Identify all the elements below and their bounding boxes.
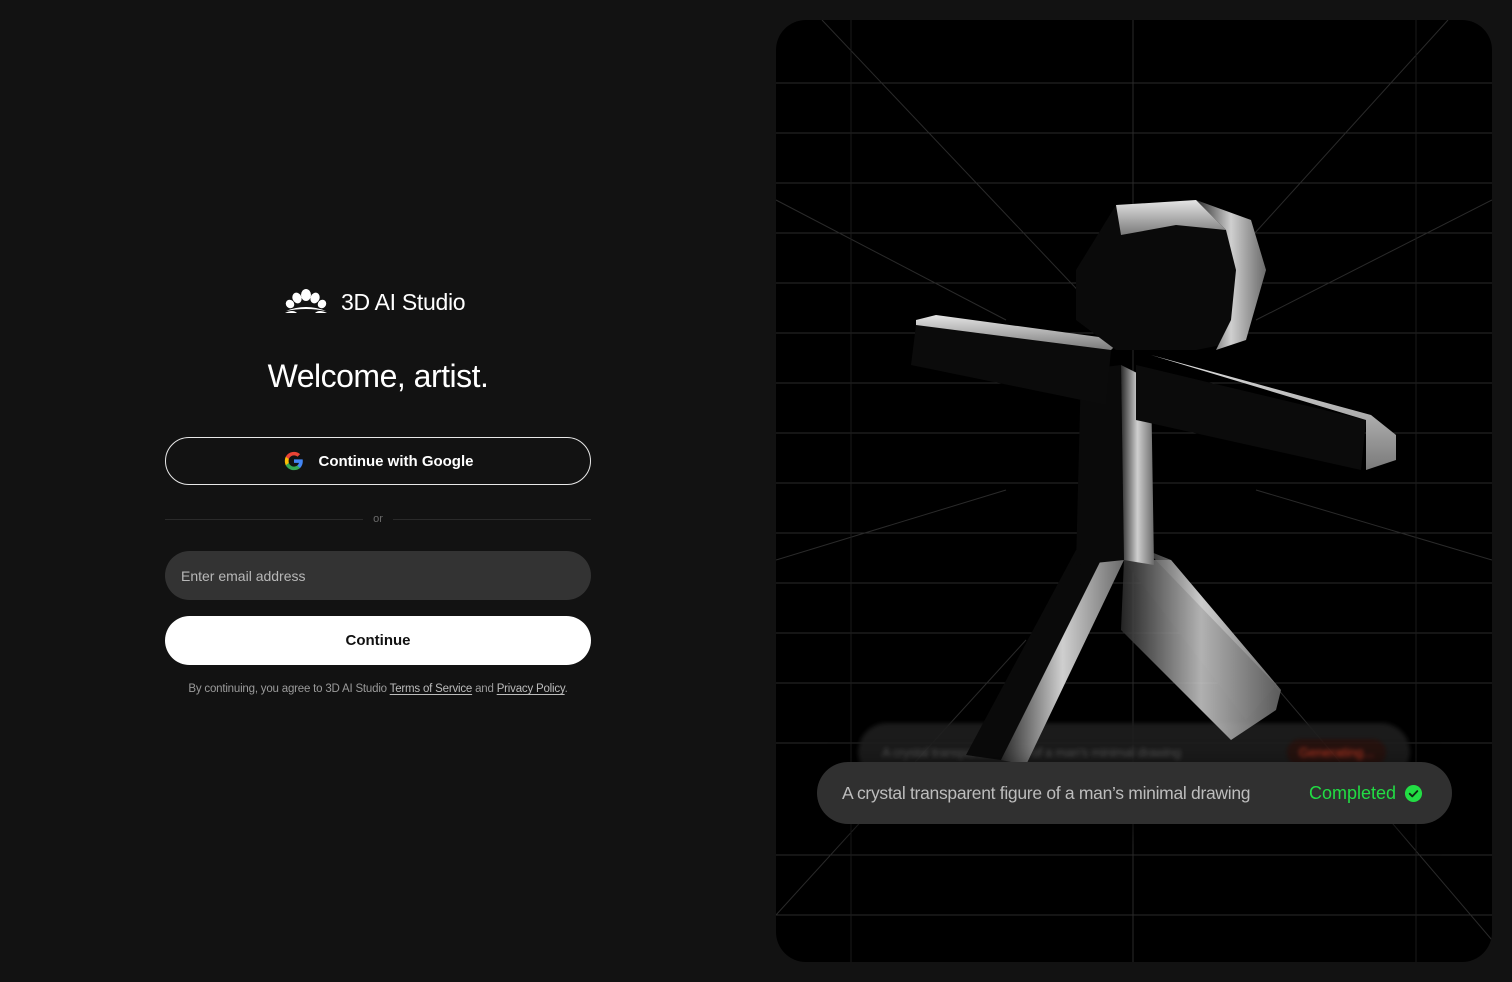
continue-button[interactable]: Continue xyxy=(165,616,591,665)
legal-prefix: By continuing, you agree to 3D AI Studio xyxy=(188,683,390,695)
legal-and: and xyxy=(472,683,497,695)
login-pane: 3D AI Studio Welcome, artist. Continue w… xyxy=(0,0,756,982)
status-indicator: Completed xyxy=(1309,783,1423,804)
google-button-label: Continue with Google xyxy=(318,452,474,470)
privacy-policy-link[interactable]: Privacy Policy xyxy=(497,683,565,695)
google-icon xyxy=(284,451,303,471)
brand: 3D AI Studio xyxy=(283,286,466,318)
status-text: Completed xyxy=(1308,782,1396,803)
prompt-text: A crystal transparent figure of a man’s … xyxy=(842,782,1251,803)
generation-status-pill: A crystal transparent figure of a man’s … xyxy=(817,762,1452,824)
page-title: Welcome, artist. xyxy=(267,358,489,394)
brand-name: 3D AI Studio xyxy=(341,288,466,315)
continue-with-google-button[interactable]: Continue with Google xyxy=(165,437,591,485)
legal-suffix: . xyxy=(564,683,568,695)
or-divider: or xyxy=(165,510,591,528)
check-circle-icon xyxy=(1404,784,1423,802)
divider-text: or xyxy=(373,513,383,525)
divider-line xyxy=(392,518,591,520)
legal-notice: By continuing, you agree to 3D AI Studio… xyxy=(135,683,621,695)
preview-panel: A crystal transparent figure of a man's … xyxy=(776,20,1492,962)
email-input[interactable] xyxy=(165,551,591,600)
divider-line xyxy=(165,518,364,520)
terms-of-service-link[interactable]: Terms of Service xyxy=(390,683,473,695)
flower-logo-icon xyxy=(285,289,327,313)
